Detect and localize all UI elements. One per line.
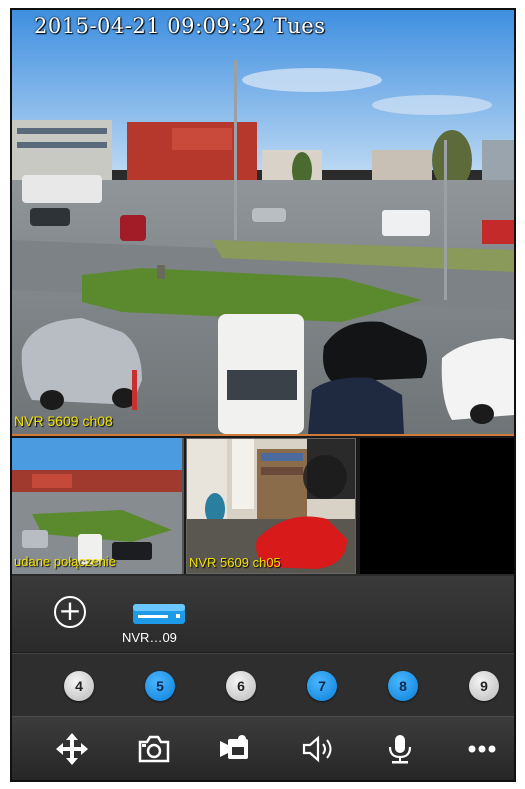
ptz-move-button[interactable] (54, 733, 90, 765)
app-screen: 2015-04-21 09:09:32 Tues NVR 5609 ch08 u… (10, 8, 516, 782)
thumbnail-view-1[interactable]: udane połączenie (12, 438, 184, 574)
thumbnail-feed-image (187, 439, 355, 573)
main-camera-view[interactable]: 2015-04-21 09:09:32 Tues NVR 5609 ch08 (12, 10, 514, 434)
microphone-icon (388, 735, 412, 764)
add-device-button[interactable]: + (54, 596, 86, 628)
snapshot-button[interactable] (136, 733, 172, 765)
thumbnail-label: udane połączenie (14, 554, 116, 569)
talk-button[interactable] (382, 733, 418, 765)
channel-button-8[interactable]: 8 (388, 671, 418, 701)
channel-button-7[interactable]: 7 (307, 671, 337, 701)
channel-overlay-label: NVR 5609 ch08 (14, 413, 113, 429)
camera-feed-image (12, 10, 514, 434)
channel-button-6[interactable]: 6 (226, 671, 256, 701)
nvr-device-label[interactable]: NVR…09 (122, 630, 202, 645)
snapshot-camera-icon (138, 735, 170, 763)
channel-button-5[interactable]: 5 (145, 671, 175, 701)
thumbnail-label: NVR 5609 ch05 (189, 555, 281, 570)
ptz-move-icon (56, 733, 88, 765)
record-button[interactable] (218, 733, 254, 765)
speaker-icon (302, 735, 332, 763)
channel-button-4[interactable]: 4 (64, 671, 94, 701)
nvr-device-icon[interactable] (132, 600, 186, 628)
plus-circle-icon: + (58, 594, 82, 627)
thumbnail-grid: udane połączenie NVR 5609 ch05 (12, 436, 514, 574)
thumbnail-view-2[interactable]: NVR 5609 ch05 (186, 438, 356, 574)
more-icon (468, 745, 496, 753)
audio-button[interactable] (300, 733, 336, 765)
more-button[interactable] (464, 733, 500, 765)
timestamp-overlay: 2015-04-21 09:09:32 Tues (34, 14, 326, 38)
channel-button-9[interactable]: 9 (469, 671, 499, 701)
channel-selector: 4 5 6 7 8 9 (12, 653, 514, 716)
bottom-toolbar (12, 716, 514, 780)
thumbnail-view-3-empty[interactable] (360, 438, 514, 574)
device-bar: + NVR…09 (12, 576, 514, 653)
record-video-icon (220, 735, 248, 759)
